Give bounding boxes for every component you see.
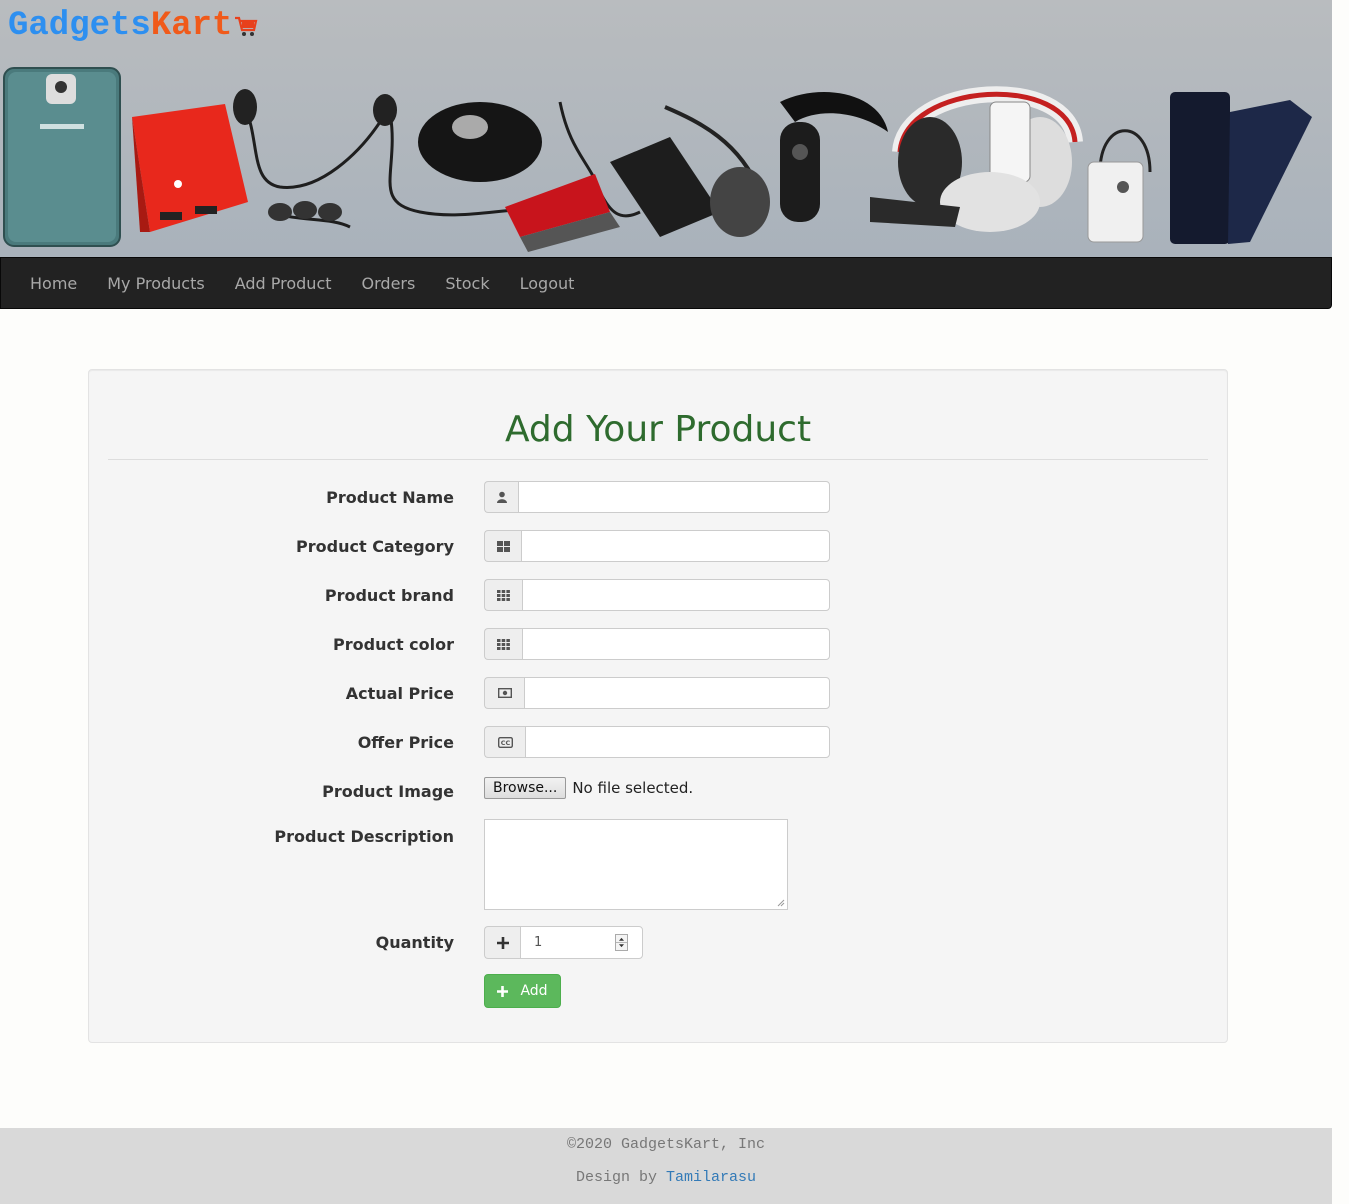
product-brand-label: Product brand xyxy=(324,586,454,605)
logo-text-kart: Kart xyxy=(150,7,233,45)
product-color-label: Product color xyxy=(333,635,454,654)
product-color-group xyxy=(484,628,830,660)
quantity-stepper[interactable]: 1 xyxy=(520,926,643,959)
product-image-label: Product Image xyxy=(322,782,454,801)
headphones-illustration xyxy=(870,86,1083,232)
product-name-label: Product Name xyxy=(326,488,454,507)
charger-illustration xyxy=(610,105,770,237)
svg-text:CC: CC xyxy=(500,739,510,747)
headset-case-illustration xyxy=(418,102,542,182)
plus-icon xyxy=(484,926,520,959)
main-navbar: Home My Products Add Product Orders Stoc… xyxy=(0,257,1332,309)
offer-price-label: Offer Price xyxy=(357,733,454,752)
logo-text-gadgets: Gadgets xyxy=(8,7,151,45)
th-icon xyxy=(484,628,522,660)
product-color-input[interactable] xyxy=(522,628,830,660)
actual-price-group xyxy=(484,677,830,709)
product-name-input[interactable] xyxy=(518,481,830,513)
nav-add-product[interactable]: Add Product xyxy=(220,258,347,308)
product-brand-input[interactable] xyxy=(522,579,830,611)
credit-prefix: Design by xyxy=(575,1169,666,1186)
product-category-group xyxy=(484,530,830,562)
site-footer: ©2020 GadgetsKart, Inc Design by Tamilar… xyxy=(0,1128,1332,1204)
product-description-label: Product Description xyxy=(274,827,454,846)
nav-logout[interactable]: Logout xyxy=(505,258,590,308)
th-large-icon xyxy=(484,530,521,562)
product-category-label: Product Category xyxy=(296,537,454,556)
offer-price-group: CC xyxy=(484,726,830,758)
design-credit: Design by Tamilarasu xyxy=(0,1169,1332,1186)
resize-grip-icon[interactable] xyxy=(776,898,785,907)
product-category-input[interactable] xyxy=(521,530,830,562)
product-name-group xyxy=(484,481,830,513)
bluetooth-receiver-illustration xyxy=(1087,129,1152,243)
th-icon xyxy=(484,579,522,611)
add-product-panel: Add Your Product Product Name Product Ca… xyxy=(88,369,1228,1043)
product-image-file-input: Browse... No file selected. xyxy=(484,776,693,800)
copyright-text: ©2020 GadgetsKart, Inc xyxy=(566,1136,766,1153)
actual-price-label: Actual Price xyxy=(345,684,454,703)
author-link[interactable]: Tamilarasu xyxy=(666,1169,756,1186)
file-status-text: No file selected. xyxy=(572,779,694,797)
nav-orders[interactable]: Orders xyxy=(347,258,431,308)
power-bank-illustration xyxy=(132,104,248,232)
nav-my-products[interactable]: My Products xyxy=(92,258,219,308)
flip-cover-illustration xyxy=(1170,92,1312,244)
page-title: Add Your Product xyxy=(504,409,812,450)
offer-price-input[interactable] xyxy=(525,726,830,758)
browse-button[interactable]: Browse... xyxy=(484,777,567,799)
quantity-label: Quantity xyxy=(375,933,454,952)
phone-illustration xyxy=(3,67,121,247)
title-divider xyxy=(108,459,1208,460)
memory-card-illustration xyxy=(505,174,620,252)
actual-price-input[interactable] xyxy=(524,677,830,709)
site-logo[interactable]: GadgetsKart xyxy=(8,6,258,46)
nav-home[interactable]: Home xyxy=(15,258,92,308)
nav-stock[interactable]: Stock xyxy=(430,258,504,308)
shopping-cart-icon xyxy=(235,16,258,36)
site-header: GadgetsKart xyxy=(0,0,1332,257)
user-icon xyxy=(484,481,518,513)
quantity-value: 1 xyxy=(534,935,543,950)
cc-icon: CC xyxy=(484,726,525,758)
gadgets-banner-image xyxy=(3,67,1312,252)
quantity-group: 1 xyxy=(484,926,643,959)
spinner-arrows-icon[interactable] xyxy=(615,934,628,951)
add-product-button[interactable]: Add xyxy=(484,974,561,1008)
plus-icon xyxy=(497,985,509,997)
product-brand-group xyxy=(484,579,830,611)
product-description-textarea[interactable] xyxy=(484,819,788,910)
add-button-label: Add xyxy=(520,983,548,999)
money-icon xyxy=(484,677,524,709)
